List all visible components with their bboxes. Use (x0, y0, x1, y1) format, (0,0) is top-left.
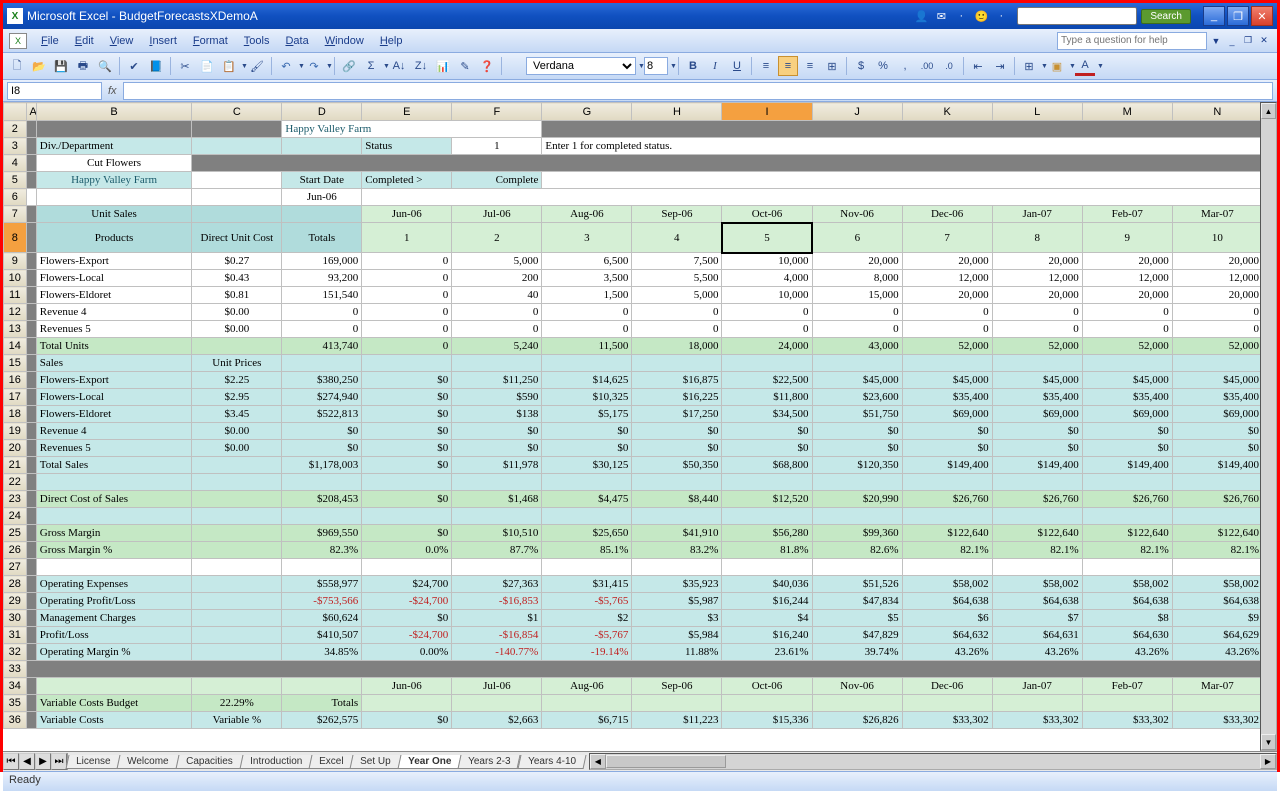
menu-help[interactable]: Help (372, 32, 411, 50)
standard-toolbar: 🗋 📂 💾 🖶 🔍 ✔ 📘 ✂ 📄 📋▼ 🖌 ↶▼ ↷▼ 🔗 Σ▼ A↓ Z↓ … (3, 53, 1277, 80)
decrease-indent-button[interactable]: ⇤ (968, 56, 988, 76)
menu-bar: X File Edit View Insert Format Tools Dat… (3, 29, 1277, 53)
spreadsheet-grid[interactable]: A B C D E F G H I J K L M N 2Happy Valle… (3, 102, 1263, 729)
sheet-tab[interactable]: Introduction (239, 755, 312, 769)
msn-search-input[interactable] (1017, 7, 1137, 25)
chart-button[interactable]: 📊 (433, 56, 453, 76)
maximize-button[interactable]: ❐ (1227, 6, 1249, 26)
formula-input[interactable] (123, 82, 1273, 100)
selected-cell[interactable]: 5 (722, 223, 812, 253)
name-box[interactable]: I8 (7, 82, 102, 100)
window-title: Microsoft Excel - BudgetForecastsXDemoA (27, 9, 258, 23)
comma-button[interactable]: , (895, 56, 915, 76)
workbook-icon[interactable]: X (9, 33, 27, 49)
sheet-tab[interactable]: Years 2-3 (458, 755, 521, 769)
menu-format[interactable]: Format (185, 32, 236, 50)
undo-button[interactable]: ↶ (276, 56, 296, 76)
menu-view[interactable]: View (102, 32, 142, 50)
menu-insert[interactable]: Insert (141, 32, 185, 50)
titlebar-msn-icons: 👤 ✉ · 🙂 · (913, 8, 1009, 24)
align-left-button[interactable]: ≡ (756, 56, 776, 76)
vertical-scrollbar[interactable]: ▲▼ (1260, 102, 1277, 751)
currency-button[interactable]: $ (851, 56, 871, 76)
save-button[interactable]: 💾 (51, 56, 71, 76)
bold-button[interactable]: B (683, 56, 703, 76)
redo-button[interactable]: ↷ (304, 56, 324, 76)
fx-icon[interactable]: fx (102, 85, 123, 97)
italic-button[interactable]: I (705, 56, 725, 76)
align-center-button[interactable]: ≡ (778, 56, 798, 76)
sort-desc-button[interactable]: Z↓ (411, 56, 431, 76)
increase-indent-button[interactable]: ⇥ (990, 56, 1010, 76)
format-painter-button[interactable]: 🖌 (247, 56, 267, 76)
autosum-button[interactable]: Σ (361, 56, 381, 76)
tab-nav-prev[interactable]: ◀ (19, 753, 35, 770)
sort-asc-button[interactable]: A↓ (389, 56, 409, 76)
tab-nav-next[interactable]: ▶ (35, 753, 51, 770)
increase-decimal-button[interactable]: .00 (917, 56, 937, 76)
doc-restore-button[interactable]: ❐ (1241, 34, 1255, 48)
borders-button[interactable]: ⊞ (1019, 56, 1039, 76)
menu-window[interactable]: Window (317, 32, 372, 50)
column-headers[interactable]: A B C D E F G H I J K L M N (4, 103, 1263, 121)
open-button[interactable]: 📂 (29, 56, 49, 76)
sheet-tab[interactable]: Excel (308, 755, 353, 769)
status-bar: Ready (3, 771, 1277, 791)
align-right-button[interactable]: ≡ (800, 56, 820, 76)
fill-color-button[interactable]: ▣ (1047, 56, 1067, 76)
cut-button[interactable]: ✂ (175, 56, 195, 76)
horizontal-scrollbar[interactable]: ◀▶ (589, 753, 1277, 770)
menu-edit[interactable]: Edit (67, 32, 102, 50)
menu-file[interactable]: File (33, 32, 67, 50)
percent-button[interactable]: % (873, 56, 893, 76)
underline-button[interactable]: U (727, 56, 747, 76)
hyperlink-button[interactable]: 🔗 (339, 56, 359, 76)
research-button[interactable]: 📘 (146, 56, 166, 76)
close-button[interactable]: ✕ (1251, 6, 1273, 26)
font-size-input[interactable] (644, 57, 668, 75)
title-bar: X Microsoft Excel - BudgetForecastsXDemo… (3, 3, 1277, 29)
sheet-tab-strip: ⏮ ◀ ▶ ⏭ LicenseWelcomeCapacitiesIntroduc… (3, 751, 1277, 771)
help-dropdown-icon[interactable]: ▼ (1209, 34, 1223, 48)
print-button[interactable]: 🖶 (73, 56, 93, 76)
select-all-corner[interactable] (4, 103, 27, 121)
font-color-button[interactable]: A (1075, 56, 1095, 76)
msn-people-icon[interactable]: 👤 (913, 8, 929, 24)
font-selector[interactable]: Verdana (526, 57, 636, 75)
excel-icon: X (7, 8, 23, 24)
merge-button[interactable]: ⊞ (822, 56, 842, 76)
sheet-tab[interactable]: Set Up (350, 755, 402, 769)
sheet-tab[interactable]: Capacities (175, 755, 243, 769)
drawing-button[interactable]: ✎ (455, 56, 475, 76)
menu-tools[interactable]: Tools (236, 32, 278, 50)
sheet-tab[interactable]: Year One (397, 755, 461, 769)
menu-data[interactable]: Data (277, 32, 316, 50)
msn-mail-icon[interactable]: ✉ (933, 8, 949, 24)
help-search-input[interactable] (1057, 32, 1207, 50)
msn-buddy-icon[interactable]: 🙂 (973, 8, 989, 24)
help-button[interactable]: ❓ (477, 56, 497, 76)
print-preview-button[interactable]: 🔍 (95, 56, 115, 76)
doc-close-button[interactable]: ✕ (1257, 34, 1271, 48)
msn-search-button[interactable]: Search (1141, 9, 1191, 24)
new-button[interactable]: 🗋 (7, 56, 27, 76)
copy-button[interactable]: 📄 (197, 56, 217, 76)
doc-minimize-button[interactable]: _ (1225, 34, 1239, 48)
minimize-button[interactable]: _ (1203, 6, 1225, 26)
formula-bar: I8 fx (3, 80, 1277, 102)
decrease-decimal-button[interactable]: .0 (939, 56, 959, 76)
sheet-tab[interactable]: Years 4-10 (517, 755, 586, 769)
tab-nav-first[interactable]: ⏮ (3, 753, 19, 770)
paste-button[interactable]: 📋 (219, 56, 239, 76)
sheet-tab[interactable]: Welcome (117, 755, 179, 769)
sheet-tab[interactable]: License (66, 755, 121, 769)
tab-nav-last[interactable]: ⏭ (51, 753, 67, 770)
spellcheck-button[interactable]: ✔ (124, 56, 144, 76)
